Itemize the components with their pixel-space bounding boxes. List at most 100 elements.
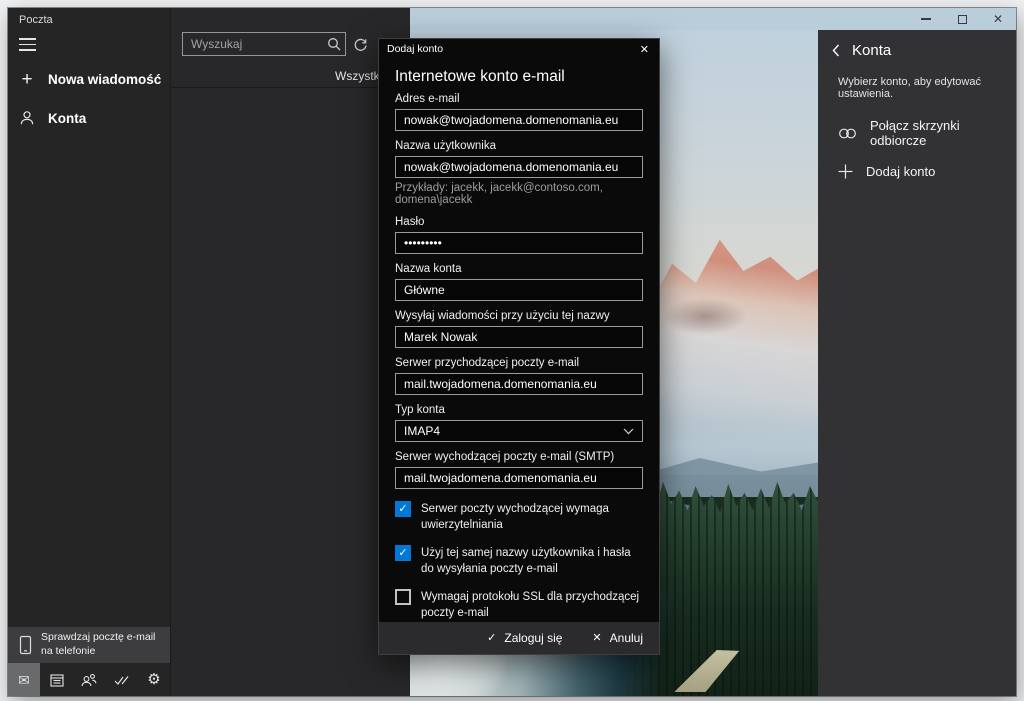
field-account-name: Nazwa konta bbox=[395, 263, 643, 301]
checkbox[interactable]: ✓ bbox=[395, 545, 411, 561]
sign-in-label: Zaloguj się bbox=[504, 631, 562, 645]
field-label: Adres e-mail bbox=[395, 93, 643, 106]
check-icon: ✓ bbox=[398, 504, 407, 515]
nav-todo-button[interactable] bbox=[106, 663, 138, 696]
mail-icon: ✉ bbox=[18, 673, 30, 687]
plus-icon: + bbox=[19, 70, 35, 89]
nav-mail-button[interactable]: ✉ bbox=[8, 663, 40, 696]
checkbox[interactable]: ✓ bbox=[395, 589, 411, 605]
field-username: Nazwa użytkownika bbox=[395, 140, 643, 178]
link-inboxes-label: Połącz skrzynki odbiorcze bbox=[870, 118, 1016, 148]
minimize-icon bbox=[921, 18, 931, 20]
username-input[interactable] bbox=[395, 156, 643, 178]
field-display-name: Wysyłaj wiadomości przy użyciu tej nazwy bbox=[395, 310, 643, 348]
people-icon bbox=[81, 673, 97, 687]
bottom-navigation: ✉ bbox=[8, 663, 170, 696]
link-inboxes-item[interactable]: Połącz skrzynki odbiorcze bbox=[818, 116, 1016, 150]
field-label: Nazwa użytkownika bbox=[395, 140, 643, 153]
close-button[interactable]: ✕ bbox=[980, 8, 1016, 30]
field-label: Nazwa konta bbox=[395, 263, 643, 276]
field-incoming-server: Serwer przychodzącej poczty e-mail bbox=[395, 357, 643, 395]
folder-sidebar: Poczta + Nowa wiadomość Konta bbox=[8, 8, 170, 696]
field-label: Serwer wychodzącej poczty e-mail (SMTP) bbox=[395, 451, 643, 464]
plus-icon bbox=[838, 164, 853, 179]
field-label: Hasło bbox=[395, 216, 643, 229]
checkbox-row-ssl-incoming[interactable]: ✓ Wymagaj protokołu SSL dla przychodzące… bbox=[395, 589, 643, 621]
field-account-type: Typ konta IMAP4 bbox=[395, 404, 643, 442]
cancel-label: Anuluj bbox=[610, 631, 643, 645]
message-list-pane: Wszystkie bbox=[170, 8, 410, 696]
person-icon bbox=[19, 110, 35, 126]
field-password: Hasło bbox=[395, 216, 643, 254]
phone-mail-banner[interactable]: Sprawdzaj pocztę e-mail na telefonie bbox=[8, 627, 170, 663]
field-email: Adres e-mail bbox=[395, 93, 643, 131]
incoming-server-input[interactable] bbox=[395, 373, 643, 395]
account-type-select[interactable]: IMAP4 bbox=[395, 420, 643, 442]
cancel-button[interactable]: ✕ Anuluj bbox=[592, 631, 643, 645]
window-titlebar: ✕ bbox=[410, 8, 1016, 30]
message-list-header: Wszystkie bbox=[171, 8, 411, 88]
search-box bbox=[182, 32, 346, 56]
link-icon bbox=[838, 127, 857, 140]
settings-panel: Konta Wybierz konto, aby edytować ustawi… bbox=[818, 30, 1016, 696]
double-check-icon bbox=[114, 674, 129, 686]
checkbox-row-smtp-auth[interactable]: ✓ Serwer poczty wychodzącej wymaga uwier… bbox=[395, 501, 643, 533]
calendar-icon bbox=[50, 673, 64, 687]
dialog-title: Dodaj konto bbox=[387, 43, 443, 55]
close-icon: ✕ bbox=[993, 13, 1003, 25]
mail-app-screen: ✕ Poczta + Nowa wiadomość Konta bbox=[0, 0, 1024, 701]
settings-subtitle: Wybierz konto, aby edytować ustawienia. bbox=[838, 76, 1016, 100]
chevron-down-icon bbox=[623, 428, 634, 435]
close-icon: ✕ bbox=[640, 44, 649, 56]
email-input[interactable] bbox=[395, 109, 643, 131]
outgoing-server-input[interactable] bbox=[395, 467, 643, 489]
field-label: Serwer przychodzącej poczty e-mail bbox=[395, 357, 643, 370]
hamburger-menu-button[interactable] bbox=[19, 38, 36, 51]
checkbox-row-same-credentials[interactable]: ✓ Użyj tej samej nazwy użytkownika i has… bbox=[395, 545, 643, 577]
dialog-body: Internetowe konto e-mail Adres e-mail Na… bbox=[379, 59, 659, 622]
account-name-input[interactable] bbox=[395, 279, 643, 301]
sync-button[interactable] bbox=[351, 36, 369, 54]
phone-banner-label: Sprawdzaj pocztę e-mail na telefonie bbox=[41, 631, 162, 658]
dialog-close-button[interactable]: ✕ bbox=[640, 43, 649, 56]
gear-icon: ⚙ bbox=[147, 672, 160, 687]
sign-in-button[interactable]: ✓ Zaloguj się bbox=[487, 631, 562, 645]
checkbox-label: Serwer poczty wychodzącej wymaga uwierzy… bbox=[421, 501, 643, 533]
checkbox-label: Wymagaj protokołu SSL dla przychodzącej … bbox=[421, 589, 643, 621]
search-input[interactable] bbox=[183, 37, 323, 51]
dialog-footer: ✓ Zaloguj się ✕ Anuluj bbox=[379, 622, 659, 654]
account-type-value: IMAP4 bbox=[404, 424, 440, 438]
minimize-button[interactable] bbox=[908, 8, 944, 30]
maximize-icon bbox=[958, 15, 967, 24]
nav-settings-button[interactable]: ⚙ bbox=[138, 663, 170, 696]
check-icon: ✓ bbox=[398, 548, 407, 559]
phone-icon bbox=[19, 635, 32, 655]
nav-calendar-button[interactable] bbox=[41, 663, 73, 696]
back-chevron-icon bbox=[832, 44, 840, 57]
checkbox-label: Użyj tej samej nazwy użytkownika i hasła… bbox=[421, 545, 643, 577]
add-account-dialog: Dodaj konto ✕ Internetowe konto e-mail A… bbox=[378, 38, 660, 655]
checkbox-section: ✓ Serwer poczty wychodzącej wymaga uwier… bbox=[395, 501, 643, 622]
password-input[interactable] bbox=[395, 232, 643, 254]
mail-app-window: ✕ Poczta + Nowa wiadomość Konta bbox=[8, 8, 1016, 696]
settings-title: Konta bbox=[852, 42, 891, 59]
back-button[interactable] bbox=[832, 44, 840, 57]
add-account-label: Dodaj konto bbox=[866, 164, 935, 179]
close-icon: ✕ bbox=[592, 633, 601, 644]
checkbox[interactable]: ✓ bbox=[395, 501, 411, 517]
search-icon[interactable] bbox=[323, 37, 345, 51]
dialog-heading: Internetowe konto e-mail bbox=[395, 67, 643, 87]
app-title: Poczta bbox=[19, 14, 53, 26]
nav-people-button[interactable] bbox=[73, 663, 105, 696]
new-message-button[interactable]: + Nowa wiadomość bbox=[8, 64, 170, 94]
sidebar-item-accounts[interactable]: Konta bbox=[8, 103, 170, 133]
settings-header: Konta bbox=[832, 42, 891, 59]
field-label: Typ konta bbox=[395, 404, 643, 417]
maximize-button[interactable] bbox=[944, 8, 980, 30]
username-hint: Przykłady: jacekk, jacekk@contoso.com, d… bbox=[395, 182, 643, 206]
add-account-item[interactable]: Dodaj konto bbox=[818, 154, 1016, 188]
display-name-input[interactable] bbox=[395, 326, 643, 348]
field-outgoing-server: Serwer wychodzącej poczty e-mail (SMTP) bbox=[395, 451, 643, 489]
dialog-titlebar: Dodaj konto ✕ bbox=[379, 39, 659, 59]
accounts-label: Konta bbox=[48, 111, 86, 126]
